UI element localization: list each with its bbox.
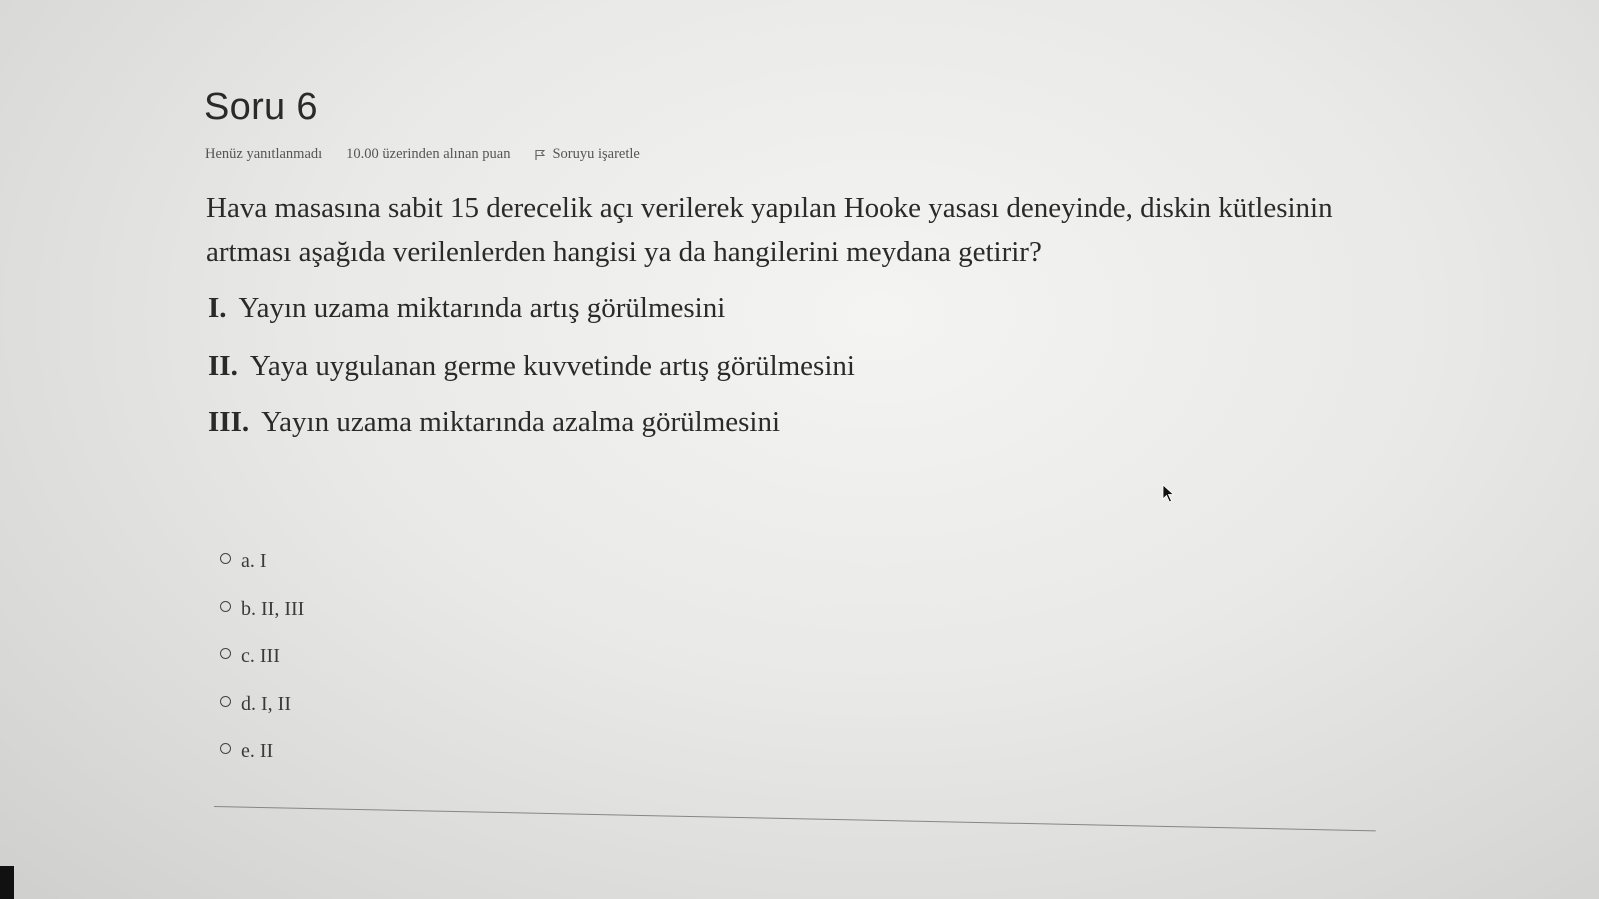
- radio-button[interactable]: [220, 600, 231, 612]
- statement-text: Yaya uygulanan germe kuvvetinde artış gö…: [249, 350, 855, 382]
- answer-options: a. I b. II, III c. III d. I, II e. II: [220, 538, 304, 776]
- radio-button[interactable]: [220, 695, 231, 707]
- answer-option-a[interactable]: a. I: [220, 538, 304, 586]
- statement-number: II.: [208, 350, 238, 382]
- answer-option-c[interactable]: c. III: [220, 633, 304, 681]
- question-state: Henüz yanıtlanmadı: [205, 146, 323, 162]
- question-title: Soru 6: [204, 86, 318, 128]
- option-label[interactable]: c. III: [241, 645, 280, 668]
- flag-icon: [535, 149, 546, 160]
- answer-option-d[interactable]: d. I, II: [220, 681, 304, 729]
- statement-text: Yayın uzama miktarında azalma görülmesin…: [261, 406, 781, 438]
- mouse-cursor-icon: [1162, 484, 1175, 503]
- question-info: Henüz yanıtlanmadı 10.00 üzerinden alına…: [205, 146, 640, 163]
- question-grade: 10.00 üzerinden alınan puan: [346, 146, 511, 162]
- statement-text: Yayın uzama miktarında artış görülmesini: [238, 292, 726, 324]
- divider: [213, 806, 1376, 832]
- flag-question-label: Soruyu işaretle: [552, 146, 640, 162]
- answer-option-b[interactable]: b. II, III: [220, 586, 304, 634]
- radio-button[interactable]: [220, 743, 231, 755]
- statement-number: I.: [208, 292, 227, 324]
- question-container: Soru 6 Henüz yanıtlanmadı 10.00 üzerinde…: [0, 0, 1599, 899]
- option-label[interactable]: a. I: [241, 550, 267, 573]
- radio-button[interactable]: [220, 553, 231, 565]
- statement-3: III. Yayın uzama miktarında azalma görülm…: [208, 406, 780, 439]
- answer-option-e[interactable]: e. II: [220, 728, 304, 776]
- statement-2: II. Yaya uygulanan germe kuvvetinde artış…: [208, 350, 855, 383]
- screen-edge-mark: [0, 866, 14, 899]
- question-text: Hava masasına sabit 15 derecelik açı ver…: [206, 192, 1333, 268]
- flag-question-link[interactable]: Soruyu işaretle: [534, 146, 640, 163]
- radio-button[interactable]: [220, 648, 231, 660]
- statement-number: III.: [208, 406, 250, 438]
- option-label[interactable]: b. II, III: [241, 598, 304, 621]
- option-label[interactable]: d. I, II: [241, 693, 291, 716]
- option-label[interactable]: e. II: [241, 740, 273, 763]
- statement-1: I. Yayın uzama miktarında artış görülmesi…: [208, 292, 725, 325]
